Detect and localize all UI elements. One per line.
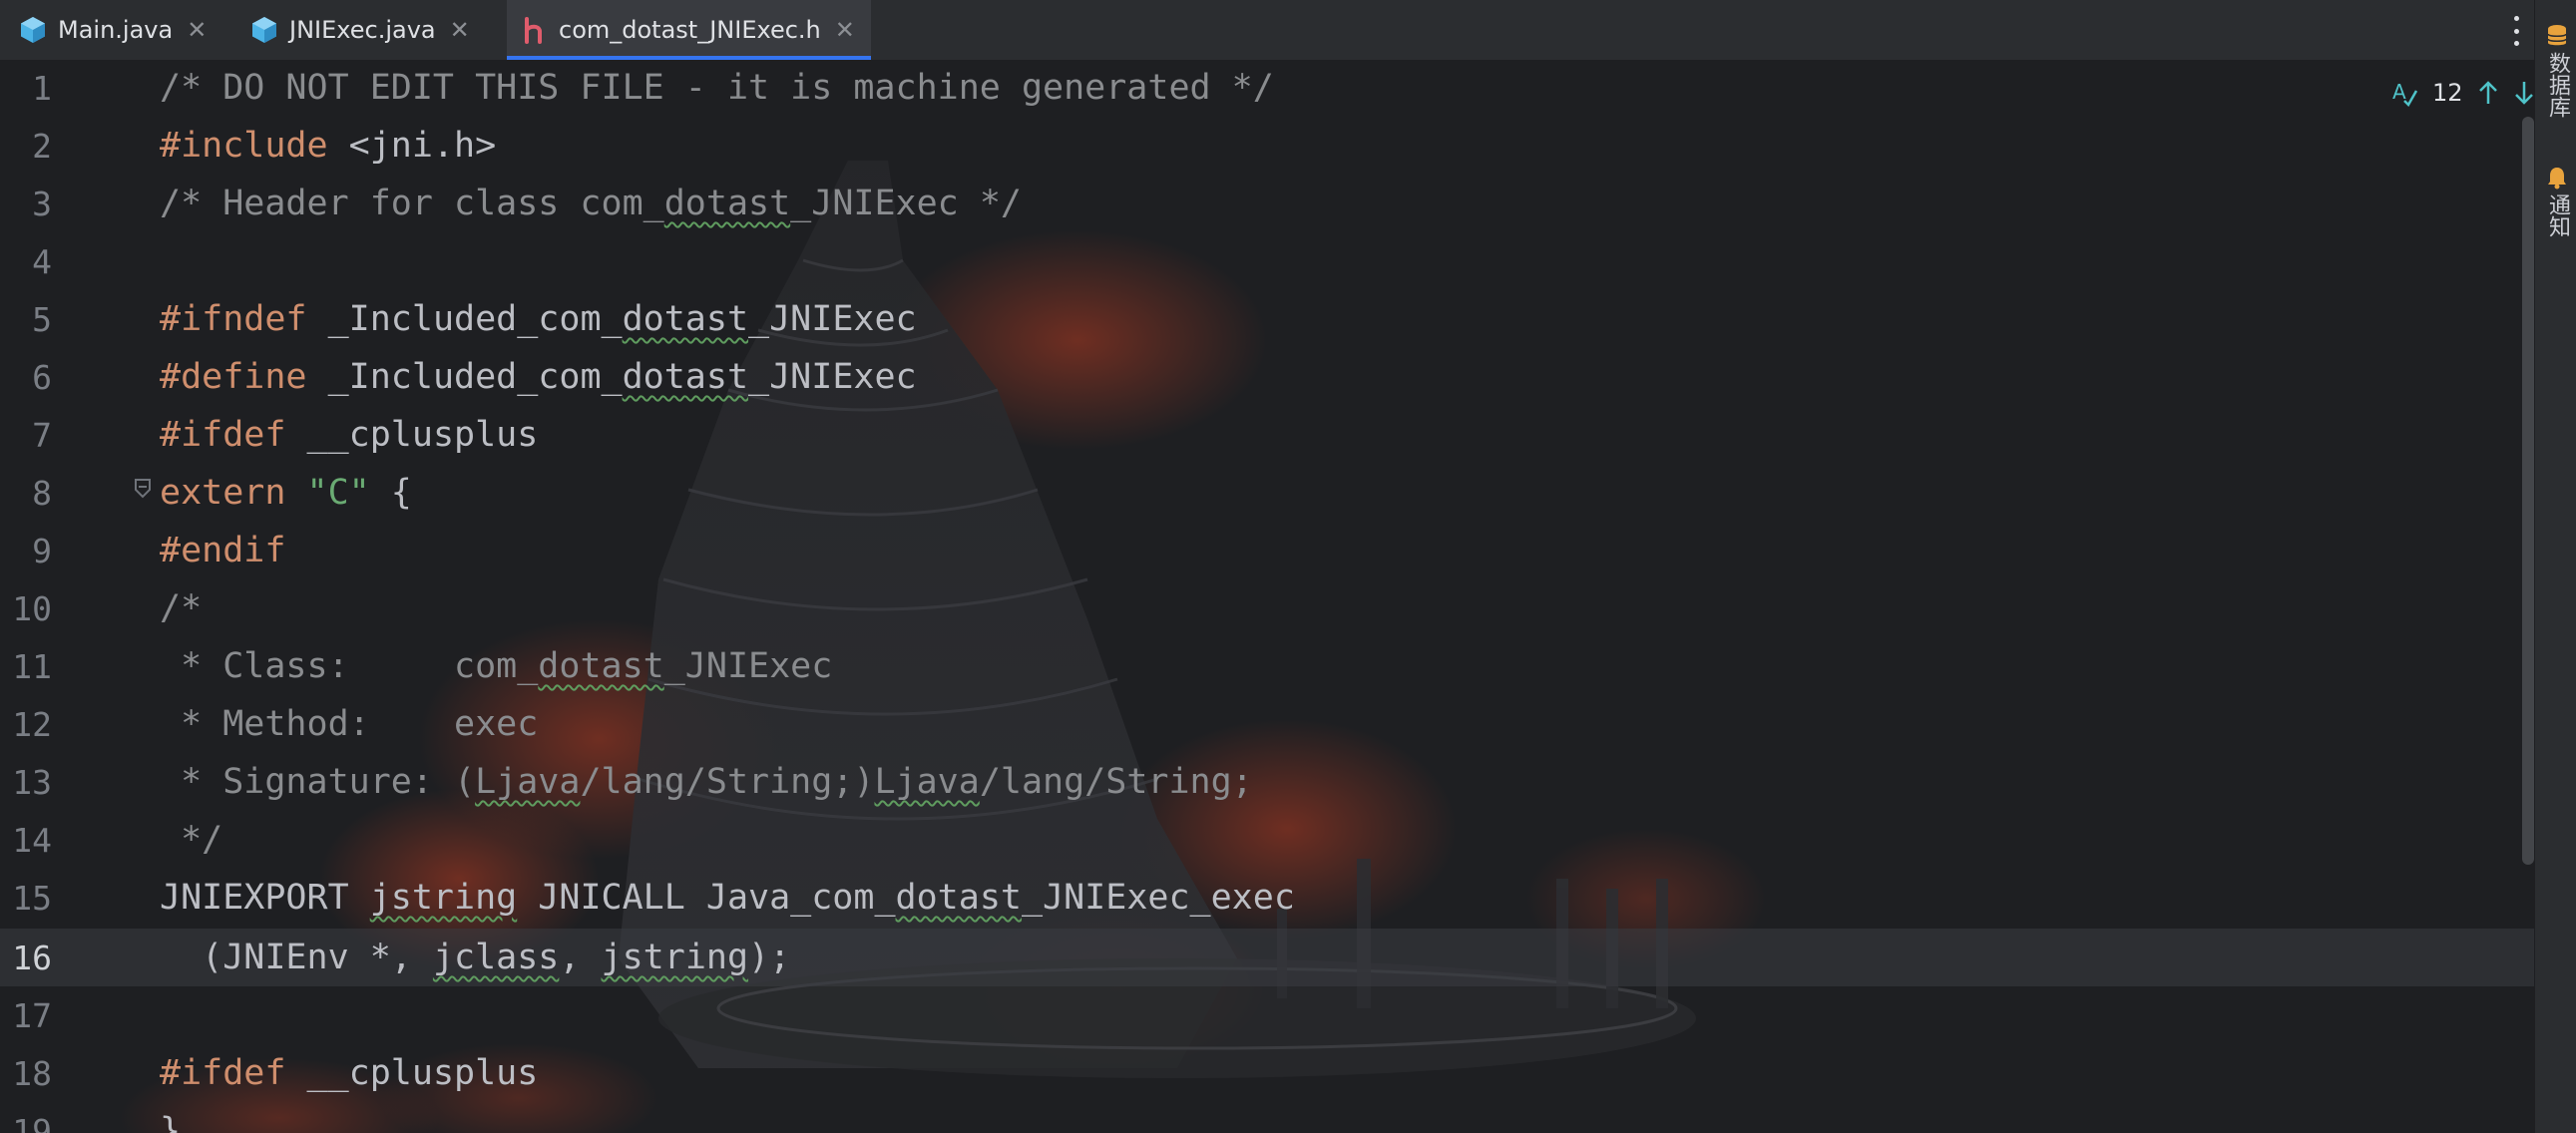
line-number: 4 — [32, 241, 52, 281]
line-code: #define _Included_com_dotast_JNIExec — [160, 357, 917, 397]
tab-label: com_dotast_JNIExec.h — [559, 16, 821, 44]
java-class-icon — [252, 17, 276, 43]
line-number: 2 — [32, 126, 52, 166]
code-line[interactable]: 7 #ifdef __cplusplus — [0, 406, 2494, 464]
line-number: 18 — [12, 1053, 52, 1093]
next-highlight-icon[interactable] — [2513, 80, 2534, 106]
line-number: 8 — [32, 473, 52, 513]
close-icon[interactable]: ✕ — [187, 16, 207, 44]
line-number: 15 — [12, 878, 52, 918]
line-code: * Class: com_dotast_JNIExec — [160, 646, 833, 686]
line-number: 3 — [32, 184, 52, 223]
database-tool-button[interactable]: 数据库 — [2537, 24, 2576, 118]
line-code: * Method: exec — [160, 704, 539, 744]
code-line[interactable]: 15 JNIEXPORT jstring JNICALL Java_com_do… — [0, 869, 2494, 927]
line-number: 12 — [12, 704, 52, 744]
tab-label: Main.java — [58, 16, 174, 44]
code-line[interactable]: 19 } — [0, 1102, 2494, 1133]
code-line[interactable]: 6 #define _Included_com_dotast_JNIExec — [0, 348, 2494, 406]
code-line[interactable]: 9 #endif — [0, 522, 2494, 579]
line-number: 10 — [12, 588, 52, 628]
java-class-icon — [21, 17, 45, 43]
more-actions-icon[interactable] — [2510, 16, 2522, 46]
code-line[interactable]: 3 /* Header for class com_dotast_JNIExec… — [0, 175, 2494, 232]
line-number: 7 — [32, 415, 52, 455]
close-icon[interactable]: ✕ — [835, 16, 855, 44]
line-number: 11 — [12, 646, 52, 686]
line-code: /* Header for class com_dotast_JNIExec *… — [160, 184, 1022, 223]
line-code: * Signature: (Ljava/lang/String;)Ljava/l… — [160, 762, 1253, 802]
code-line[interactable]: 10 /* — [0, 579, 2494, 637]
database-label: 数据库 — [2545, 52, 2570, 118]
notifications-tool-button[interactable]: 通知 — [2537, 166, 2576, 237]
line-code: extern "C" { — [160, 473, 412, 513]
bell-icon — [2548, 168, 2566, 189]
tab-jniexec-java[interactable]: JNIExec.java ✕ — [251, 0, 470, 60]
code-line[interactable]: 4 — [0, 232, 2494, 290]
line-code: #endif — [160, 531, 286, 570]
line-number: 6 — [32, 357, 52, 397]
line-code: (JNIEnv *, jclass, jstring); — [160, 938, 791, 977]
database-icon — [2547, 25, 2567, 46]
line-code: } — [160, 1111, 182, 1133]
tab-main-java[interactable]: Main.java ✕ — [20, 0, 207, 60]
line-number: 19 — [12, 1111, 52, 1133]
code-line[interactable]: 2 #include <jni.h> — [0, 117, 2494, 175]
vertical-scrollbar[interactable] — [2522, 117, 2534, 865]
line-number: 14 — [12, 820, 52, 860]
line-number: 9 — [32, 531, 52, 570]
line-number: 17 — [12, 995, 52, 1035]
code-line[interactable]: 1 /* DO NOT EDIT THIS FILE - it is machi… — [0, 61, 2494, 117]
line-code: /* DO NOT EDIT THIS FILE - it is machine… — [160, 68, 1274, 108]
code-line[interactable]: 18 #ifdef __cplusplus — [0, 1044, 2494, 1102]
line-code: #ifdef __cplusplus — [160, 1053, 539, 1093]
line-code: JNIEXPORT jstring JNICALL Java_com_dotas… — [160, 878, 1295, 918]
code-line[interactable]: 14 */ — [0, 811, 2494, 869]
line-number: 1 — [32, 68, 52, 108]
close-icon[interactable]: ✕ — [450, 16, 470, 44]
tab-label: JNIExec.java — [289, 16, 436, 44]
code-line[interactable]: 5 #ifndef _Included_com_dotast_JNIExec — [0, 290, 2494, 348]
code-line[interactable]: 8 extern "C" { — [0, 464, 2494, 522]
line-code: #include <jni.h> — [160, 126, 497, 166]
code-line-current[interactable]: 16 (JNIEnv *, jclass, jstring); — [0, 929, 2494, 986]
line-number: 16 — [12, 938, 52, 977]
c-header-icon — [525, 17, 542, 44]
line-code: #ifdef __cplusplus — [160, 415, 539, 455]
line-number: 5 — [32, 299, 52, 339]
code-editor[interactable]: A 12 1 /* DO NOT EDIT THIS FILE - it is … — [0, 61, 2534, 1133]
code-line[interactable]: 12 * Method: exec — [0, 695, 2494, 753]
code-line[interactable]: 13 * Signature: (Ljava/lang/String;)Ljav… — [0, 753, 2494, 811]
code-line[interactable]: 11 * Class: com_dotast_JNIExec — [0, 637, 2494, 695]
tab-com-dotast-jniexec-h[interactable]: com_dotast_JNIExec.h ✕ — [507, 0, 871, 60]
notifications-label: 通知 — [2545, 193, 2570, 237]
code-line[interactable]: 17 — [0, 986, 2494, 1044]
line-code: /* — [160, 588, 203, 628]
line-code: */ — [160, 820, 223, 860]
line-code: #ifndef _Included_com_dotast_JNIExec — [160, 299, 917, 339]
editor-tab-bar: Main.java ✕ JNIExec.java ✕ com_dotast_JN… — [0, 0, 2534, 61]
line-number: 13 — [12, 762, 52, 802]
right-tool-strip: 数据库 通知 — [2534, 0, 2576, 1133]
